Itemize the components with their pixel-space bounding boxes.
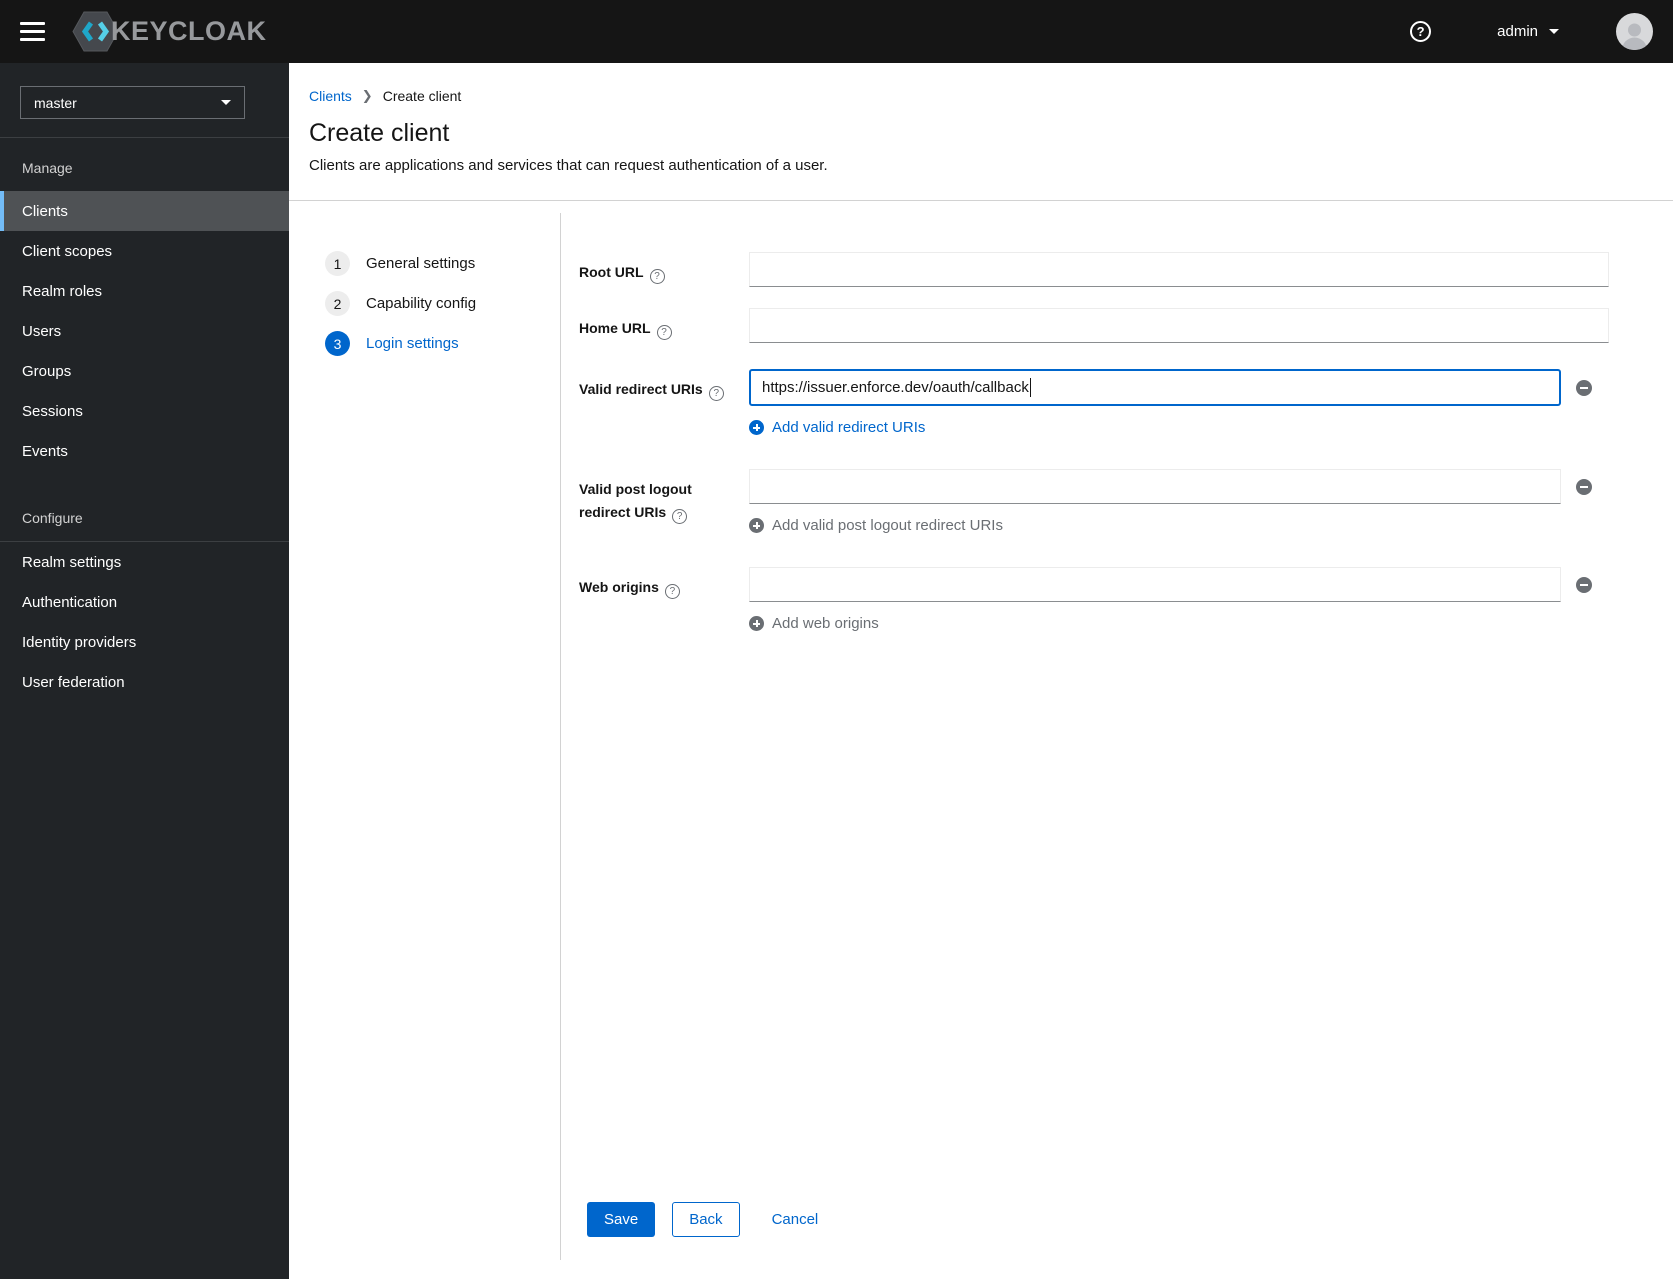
help-icon[interactable]: ?	[672, 509, 688, 524]
realm-selector[interactable]: master	[20, 86, 245, 119]
post-logout-uri-input[interactable]	[749, 469, 1561, 504]
back-button[interactable]: Back	[672, 1202, 740, 1237]
wizard-steps-nav: 1 General settings 2 Capability config 3…	[289, 201, 560, 1279]
sidebar-item-identity-providers[interactable]: Identity providers	[0, 622, 289, 662]
cancel-button[interactable]: Cancel	[772, 1202, 819, 1237]
save-button[interactable]: Save	[587, 1202, 656, 1237]
login-settings-form: Root URL? Home URL? Valid redirect URIs …	[561, 201, 1673, 1279]
chevron-down-icon	[1549, 29, 1559, 34]
sidebar-item-realm-settings[interactable]: Realm settings	[0, 542, 289, 582]
help-icon[interactable]: ?	[649, 269, 665, 284]
help-icon[interactable]: ?	[708, 386, 724, 401]
breadcrumb-clients-link[interactable]: Clients	[309, 88, 352, 104]
sidebar-item-groups[interactable]: Groups	[0, 351, 289, 391]
sidebar-item-user-federation[interactable]: User federation	[0, 662, 289, 702]
avatar[interactable]	[1616, 13, 1653, 50]
user-menu[interactable]: admin	[1497, 23, 1559, 40]
main-content: Clients ❯ Create client Create client Cl…	[289, 63, 1673, 1279]
sidebar-item-clients[interactable]: Clients	[0, 191, 289, 231]
sidebar-item-client-scopes[interactable]: Client scopes	[0, 231, 289, 271]
add-post-logout-uri-button: Add valid post logout redirect URIs	[749, 517, 1003, 534]
form-row-post-logout-redirect-uris: Valid post logout redirect URIs? Add val…	[579, 469, 1673, 534]
valid-redirect-uri-value: https://issuer.enforce.dev/oauth/callbac…	[762, 379, 1029, 396]
form-row-web-origins: Web origins? Add web origins	[579, 567, 1673, 632]
page-title: Create client	[309, 119, 450, 147]
breadcrumb: Clients ❯ Create client	[309, 88, 1673, 104]
chevron-down-icon	[221, 100, 231, 105]
home-url-label: Home URL	[579, 320, 651, 336]
configure-nav: Realm settings Authentication Identity p…	[0, 542, 289, 702]
web-origins-input[interactable]	[749, 567, 1561, 602]
keycloak-logo: KEYCLOAK	[72, 11, 267, 52]
step-number: 2	[325, 291, 350, 316]
form-row-home-url: Home URL?	[579, 308, 1673, 343]
plus-circle-icon	[749, 616, 764, 631]
nav-group-manage: Manage	[22, 160, 73, 176]
remove-web-origin-button[interactable]	[1576, 576, 1592, 593]
sidebar-item-authentication[interactable]: Authentication	[0, 582, 289, 622]
step-number: 3	[325, 331, 350, 356]
valid-redirect-uri-input[interactable]: https://issuer.enforce.dev/oauth/callbac…	[749, 369, 1561, 406]
add-web-origin-button: Add web origins	[749, 615, 879, 632]
remove-post-logout-uri-button[interactable]	[1576, 478, 1592, 495]
breadcrumb-current: Create client	[382, 88, 462, 104]
sidebar: master Manage Clients Client scopes Real…	[0, 63, 289, 1279]
root-url-input[interactable]	[749, 252, 1609, 287]
page-header: Clients ❯ Create client Create client Cl…	[289, 63, 1673, 201]
step-number: 1	[325, 251, 350, 276]
plus-circle-icon	[749, 518, 764, 533]
root-url-label: Root URL	[579, 264, 644, 280]
person-icon	[1622, 23, 1647, 50]
plus-circle-icon	[749, 420, 764, 435]
sidebar-item-sessions[interactable]: Sessions	[0, 391, 289, 431]
wizard-step-general-settings[interactable]: 1 General settings	[325, 251, 560, 276]
text-cursor	[1029, 378, 1031, 397]
realm-name: master	[34, 94, 77, 111]
home-url-input[interactable]	[749, 308, 1609, 343]
help-icon[interactable]: ?	[656, 325, 672, 340]
user-name: admin	[1497, 23, 1538, 40]
brand-wordmark: KEYCLOAK	[111, 16, 267, 46]
form-row-valid-redirect-uris: Valid redirect URIs? https://issuer.enfo…	[579, 369, 1673, 436]
chevron-right-icon: ❯	[361, 88, 373, 103]
web-origins-label: Web origins	[579, 579, 659, 595]
remove-redirect-uri-button[interactable]	[1576, 379, 1592, 396]
wizard-step-login-settings[interactable]: 3 Login settings	[325, 331, 560, 356]
add-valid-redirect-uri-button[interactable]: Add valid redirect URIs	[749, 419, 925, 436]
form-row-root-url: Root URL?	[579, 252, 1673, 287]
sidebar-item-realm-roles[interactable]: Realm roles	[0, 271, 289, 311]
manage-nav: Clients Client scopes Realm roles Users …	[0, 191, 289, 471]
sidebar-item-users[interactable]: Users	[0, 311, 289, 351]
masthead: KEYCLOAK ? admin	[0, 0, 1673, 63]
wizard-step-capability-config[interactable]: 2 Capability config	[325, 291, 560, 316]
sidebar-item-events[interactable]: Events	[0, 431, 289, 471]
valid-redirect-uris-label: Valid redirect URIs	[579, 381, 703, 397]
help-icon[interactable]: ?	[664, 584, 680, 599]
nav-group-configure: Configure	[22, 510, 83, 526]
page-description: Clients are applications and services th…	[309, 157, 828, 174]
nav-toggle-icon[interactable]	[20, 22, 45, 41]
form-actions: Save Back Cancel	[579, 1202, 1673, 1279]
help-icon[interactable]: ?	[1410, 21, 1432, 42]
